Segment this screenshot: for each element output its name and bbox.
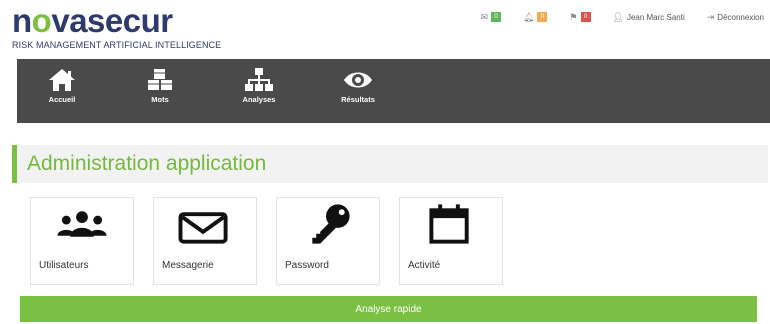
page-title: Administration application [27, 152, 267, 175]
nav-item-accueil[interactable]: Accueil [32, 67, 92, 104]
nav-label: Analyses [242, 95, 276, 104]
home-icon [49, 69, 75, 91]
top-toolbar: ✉ 0 🔔︎ 0 ⚑ 0 👤︎ Jean Marc Santi ⇥ Déconn… [458, 9, 764, 25]
analyse-rapide-button[interactable]: Analyse rapide [20, 296, 757, 322]
tile-utilisateurs[interactable]: Utilisateurs [30, 197, 134, 285]
nav-label: Accueil [48, 95, 76, 104]
page-title-bar: Administration application [12, 145, 768, 183]
key-icon [312, 204, 350, 244]
logo-wordmark: novasecur [12, 2, 173, 39]
logo-tagline: RISK MANAGEMENT ARTIFICIAL INTELLIGENCE [12, 40, 222, 50]
logout-label: Déconnexion [717, 12, 764, 22]
tile-label: Activité [408, 260, 441, 271]
messages-badge: 0 [490, 12, 501, 22]
flag-icon: ⚑ [569, 11, 578, 22]
eye-icon [344, 72, 372, 88]
calendar-icon [429, 204, 469, 244]
logout-link[interactable]: ⇥ Déconnexion [707, 12, 764, 23]
nav-item-resultats[interactable]: Résultats [328, 67, 388, 104]
tile-label: Utilisateurs [39, 260, 89, 271]
tile-password[interactable]: Password [276, 197, 380, 285]
header: novasecur RISK MANAGEMENT ARTIFICIAL INT… [0, 0, 770, 58]
nav-label: Mots [151, 95, 169, 104]
nav-item-analyses[interactable]: Analyses [229, 67, 289, 104]
alerts-indicator[interactable]: 🔔︎ 0 [522, 11, 548, 23]
user-icon: 👤︎ [612, 11, 624, 22]
logout-icon: ⇥ [706, 11, 715, 22]
nav-item-mots[interactable]: Mots [130, 67, 190, 104]
sitemap-icon [245, 68, 273, 91]
cubes-icon [148, 69, 172, 90]
envelope-icon: ✉ [480, 11, 488, 22]
tile-activite[interactable]: Activité [399, 197, 503, 285]
tile-label: Password [285, 260, 329, 271]
tile-messagerie[interactable]: Messagerie [153, 197, 257, 285]
user-name: Jean Marc Santi [626, 12, 685, 22]
flags-indicator[interactable]: ⚑ 0 [569, 11, 591, 23]
logo[interactable]: novasecur RISK MANAGEMENT ARTIFICIAL INT… [12, 2, 222, 51]
alerts-badge: 0 [537, 12, 548, 22]
envelope-icon [178, 212, 228, 244]
messages-indicator[interactable]: ✉ 0 [480, 12, 501, 23]
nav-label: Résultats [341, 95, 375, 104]
main-nav: Accueil Mots Analyses Résultats [17, 59, 770, 123]
user-menu[interactable]: 👤︎ Jean Marc Santi [613, 12, 685, 23]
tile-label: Messagerie [162, 260, 214, 271]
users-icon [57, 211, 107, 237]
flags-badge: 0 [580, 12, 591, 22]
bell-icon: 🔔︎ [522, 11, 535, 22]
